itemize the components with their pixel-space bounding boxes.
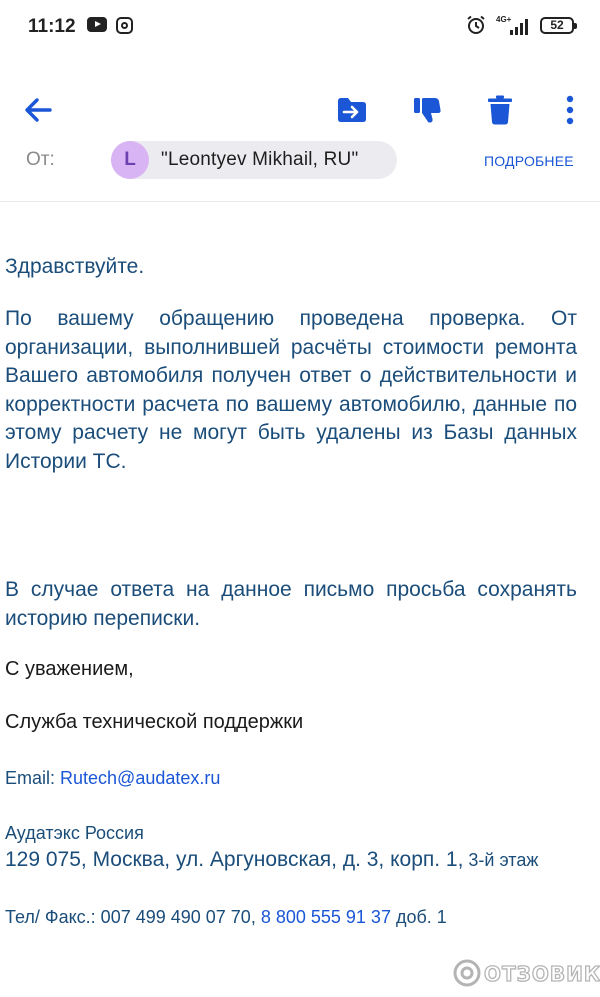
instagram-icon: [116, 17, 133, 34]
battery-icon: 52: [540, 17, 577, 34]
body-paragraph-1: По вашему обращению проведена проверка. …: [5, 307, 577, 473]
address: 129 075, Москва, ул. Аргуновская, д. 3, …: [5, 846, 585, 874]
youtube-icon: [87, 17, 107, 32]
signal-icon: 4G+: [496, 15, 532, 36]
message-toolbar: [0, 82, 600, 138]
move-to-folder-button[interactable]: [332, 90, 372, 130]
phone-line: Тел/ Факс.: 007 499 490 07 70, 8 800 555…: [5, 907, 447, 928]
alarm-icon: [467, 15, 485, 34]
sender-chip[interactable]: L "Leontyev Mikhail, RU": [111, 141, 397, 179]
move-to-folder-icon: [338, 98, 366, 122]
company-name: Аудатэкс Россия: [5, 823, 144, 843]
email-label: Email:: [5, 768, 61, 788]
from-label: От:: [26, 149, 55, 170]
header-divider: [0, 201, 600, 202]
thumbs-down-icon: [414, 98, 441, 123]
arrow-left-icon: [25, 98, 52, 122]
email-line: Email: Rutech@audatex.ru: [5, 768, 220, 789]
sender-row: От: L "Leontyev Mikhail, RU" ПОДРОБНЕЕ: [0, 140, 600, 180]
watermark: ОТЗОВИК: [452, 958, 600, 988]
back-button[interactable]: [18, 90, 58, 130]
phone-label: Тел/ Факс.: 007 499 490 07 70,: [5, 907, 261, 927]
address-floor: 3-й этаж: [463, 850, 539, 870]
sender-name: "Leontyev Mikhail, RU": [161, 149, 359, 170]
address-main: 129 075, Москва, ул. Аргуновская, д. 3, …: [5, 848, 464, 871]
more-vertical-icon: [566, 95, 574, 125]
avatar: L: [111, 141, 149, 179]
status-time: 11:12: [28, 16, 76, 37]
email-link[interactable]: Rutech@audatex.ru: [60, 768, 220, 788]
regards: С уважением,: [5, 658, 134, 680]
more-button[interactable]: [550, 90, 590, 130]
trash-icon: [488, 95, 512, 125]
signature: Служба технической поддержки: [5, 711, 304, 733]
details-link[interactable]: ПОДРОБНЕЕ: [484, 153, 574, 169]
watermark-text: ОТЗОВИК: [483, 961, 600, 986]
status-bar: 11:12 4G+ 52: [0, 0, 600, 56]
phone-link[interactable]: 8 800 555 91 37: [261, 907, 391, 927]
delete-button[interactable]: [480, 90, 520, 130]
greeting: Здравствуйте.: [5, 255, 145, 278]
otzovik-logo-icon: [453, 959, 481, 987]
body-paragraph-2: В случае ответа на данное письмо просьба…: [5, 578, 577, 630]
spam-button[interactable]: [407, 90, 447, 130]
phone-ext: доб. 1: [390, 907, 447, 927]
